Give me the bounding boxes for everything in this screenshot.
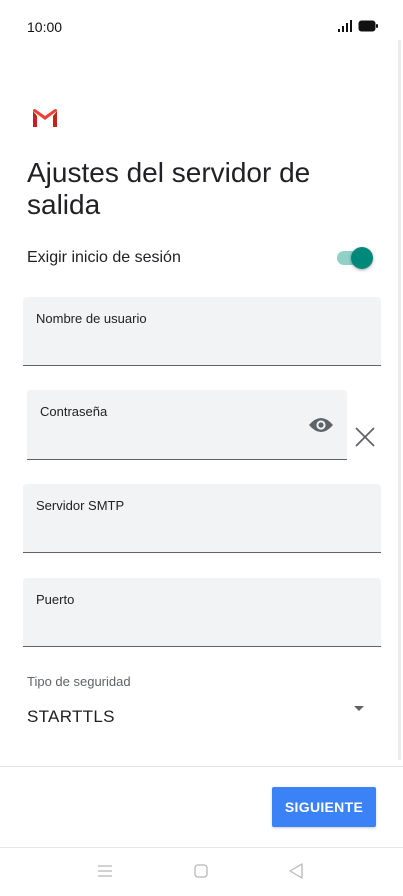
username-input[interactable]: [36, 335, 368, 359]
menu-icon[interactable]: [98, 865, 112, 877]
battery-icon: [358, 20, 378, 32]
home-icon[interactable]: [194, 864, 208, 878]
password-field[interactable]: Contraseña: [27, 390, 347, 460]
username-label: Nombre de usuario: [36, 311, 147, 326]
gmail-logo-icon: [33, 109, 57, 127]
status-bar: 10:00: [0, 0, 403, 56]
port-label: Puerto: [36, 592, 75, 607]
eye-icon[interactable]: [308, 416, 334, 434]
screen: 10:00 Ajustes del servidor de salida Exi…: [0, 0, 403, 896]
clear-icon[interactable]: [355, 427, 375, 447]
security-type-value: STARTTLS: [27, 707, 115, 726]
password-input[interactable]: [40, 429, 300, 453]
username-field[interactable]: Nombre de usuario: [23, 297, 381, 366]
require-login-label: Exigir inicio de sesión: [27, 249, 181, 266]
security-type-label: Tipo de seguridad: [27, 674, 131, 689]
smtp-server-field[interactable]: Servidor SMTP: [23, 484, 381, 553]
navigation-bar: [0, 848, 403, 896]
footer-divider: [0, 766, 403, 767]
next-button[interactable]: SIGUIENTE: [272, 787, 376, 827]
toggle-thumb: [351, 247, 373, 269]
port-input[interactable]: [36, 616, 368, 640]
smtp-server-label: Servidor SMTP: [36, 498, 125, 513]
back-icon[interactable]: [289, 863, 303, 879]
security-type-select[interactable]: STARTTLS: [27, 698, 372, 734]
page-title: Ajustes del servidor de salida: [27, 157, 311, 220]
port-field[interactable]: Puerto: [23, 578, 381, 647]
password-label: Contraseña: [40, 404, 108, 419]
scrollbar[interactable]: [398, 40, 401, 760]
status-time: 10:00: [27, 19, 63, 35]
require-login-toggle[interactable]: [337, 247, 373, 269]
smtp-server-input[interactable]: [36, 522, 368, 546]
signal-icon: [338, 20, 352, 32]
dropdown-arrow-icon: [354, 706, 364, 711]
